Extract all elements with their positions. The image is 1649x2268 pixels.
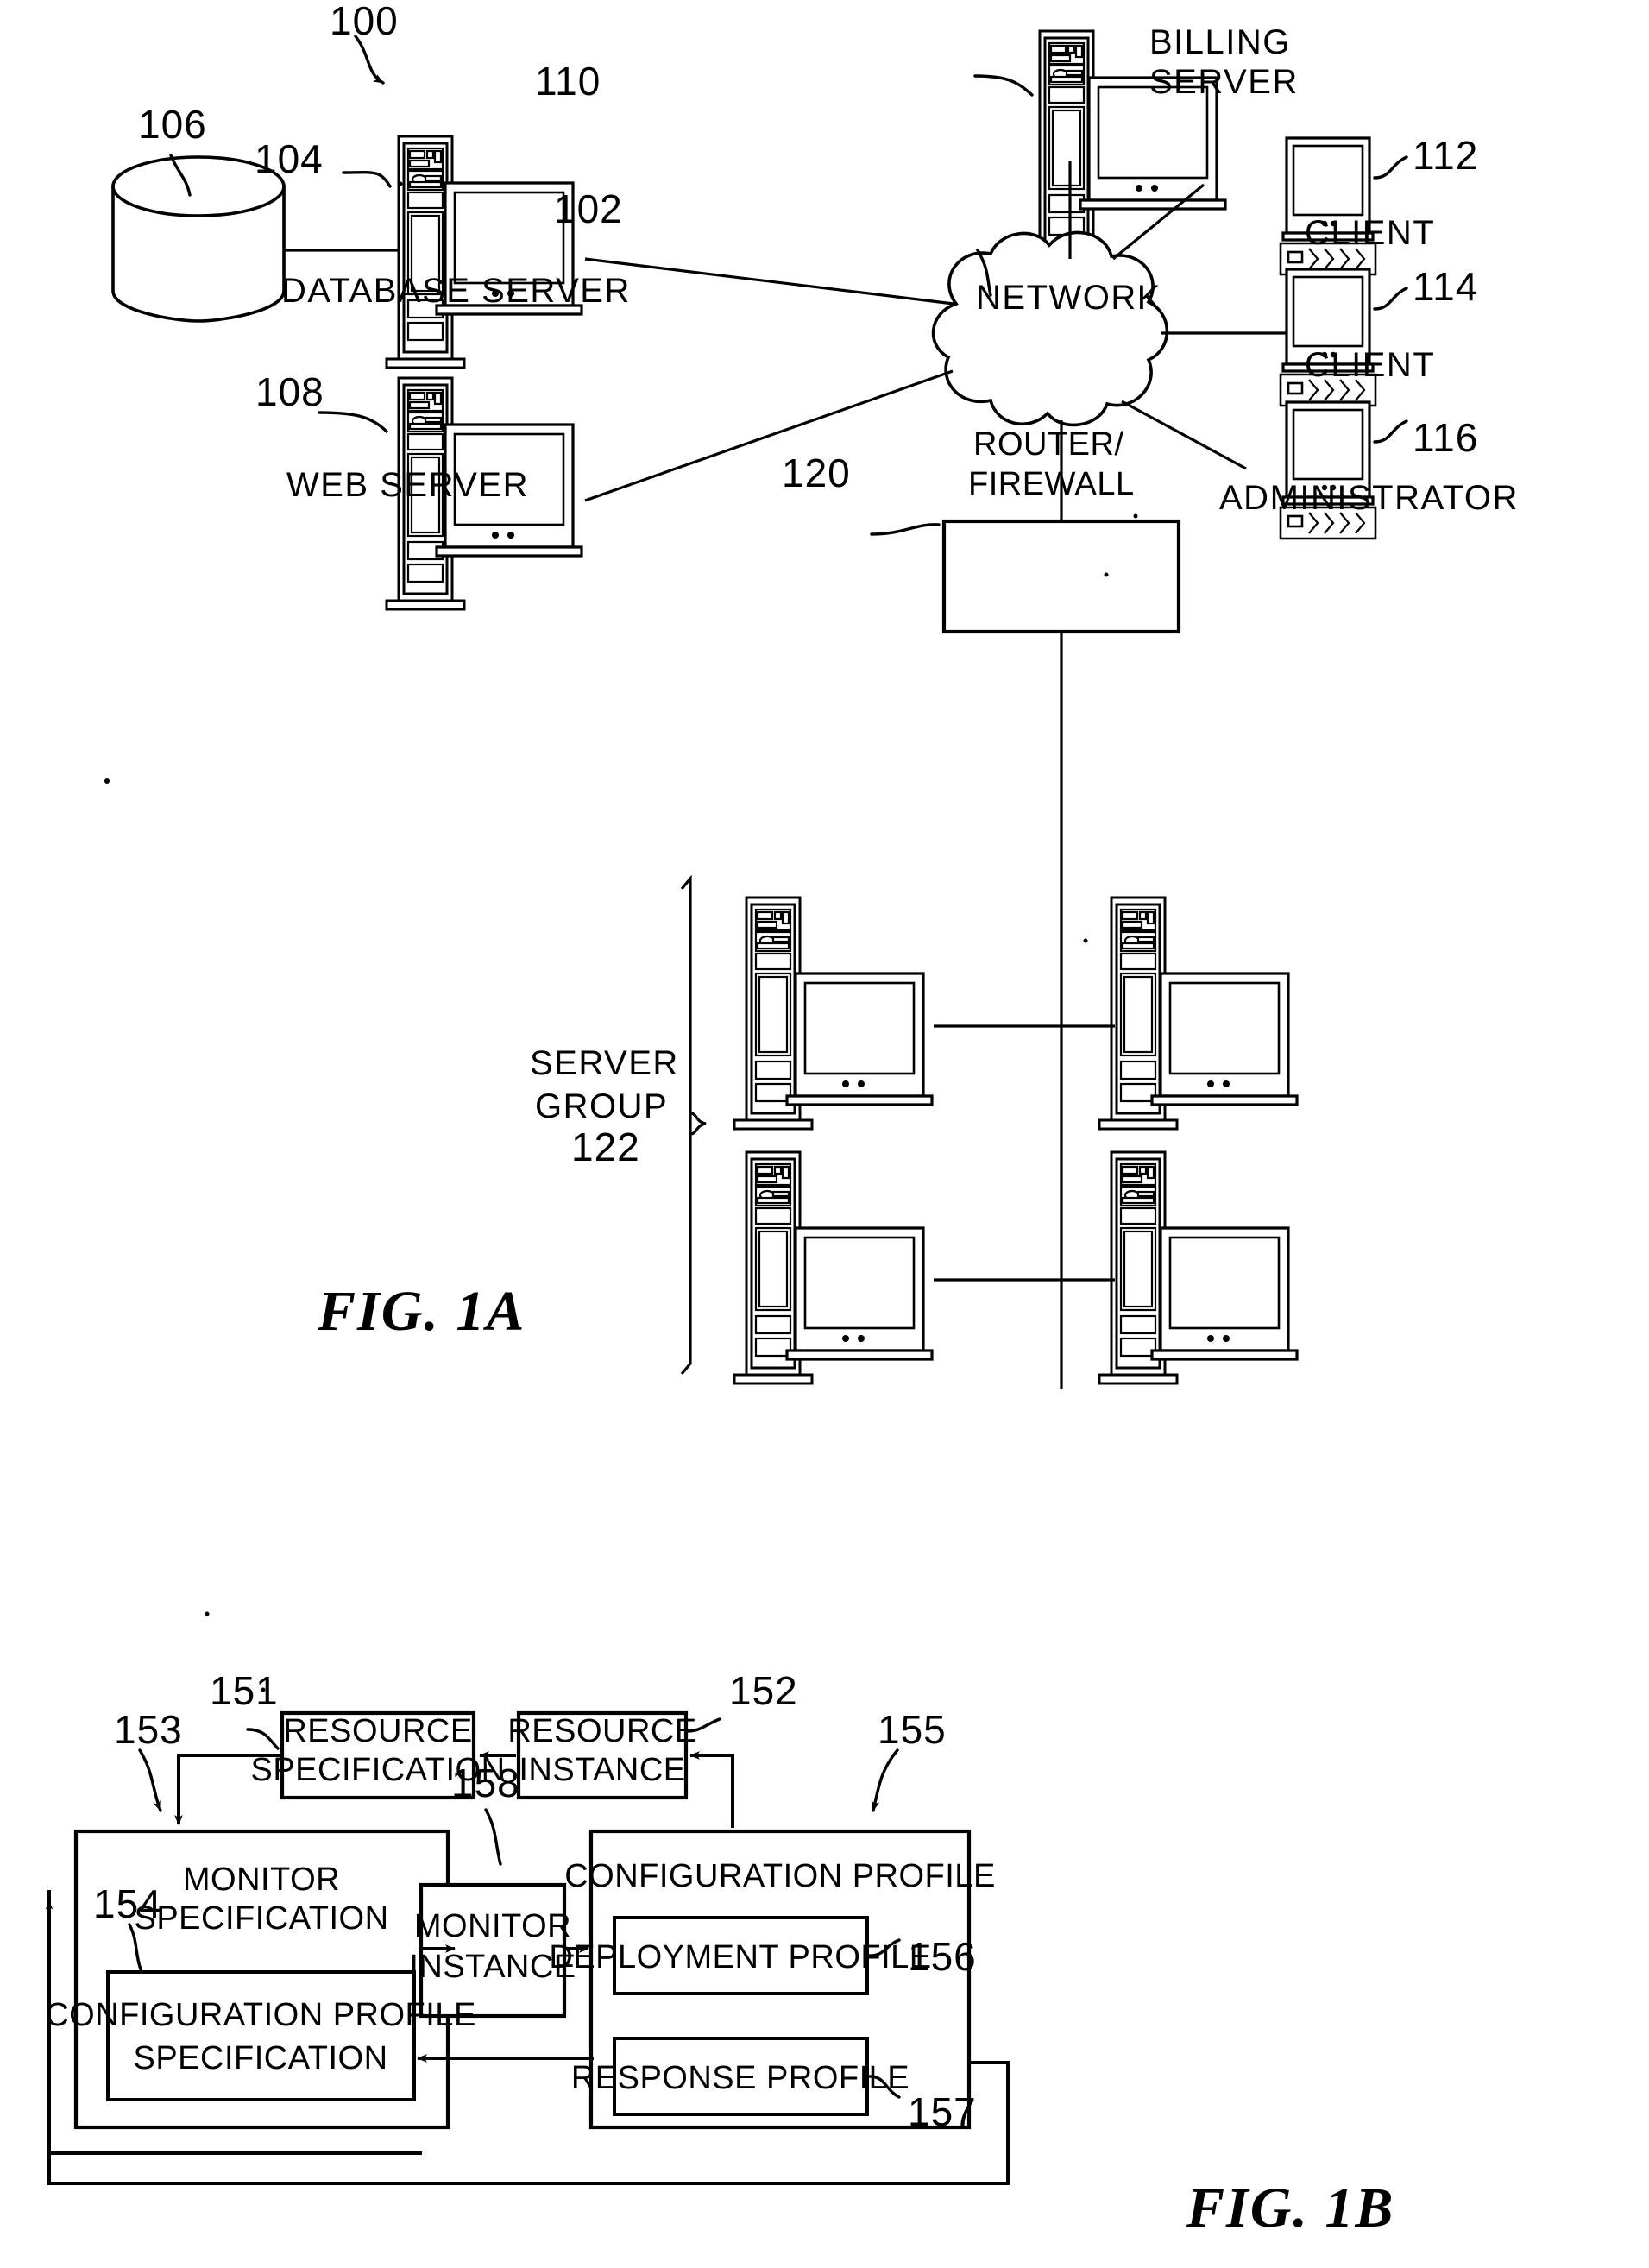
label-deployment-profile: DEPLOYMENT PROFILE — [549, 1939, 931, 1975]
figure-1a-caption: FIG. 1A — [317, 1280, 526, 1343]
scan-speck — [1133, 513, 1138, 519]
ref-120: 120 — [782, 450, 851, 495]
scan-speck — [261, 1687, 266, 1692]
server-group-unit-1-monitor — [785, 972, 934, 1106]
label-router-line1: ROUTER/ — [973, 426, 1124, 463]
ref-108: 108 — [255, 369, 324, 414]
web-server-lead-line — [318, 411, 388, 433]
monitor-specification-lead-line — [138, 1748, 162, 1812]
ref-114: 114 — [1413, 264, 1478, 309]
ref-102: 102 — [554, 186, 623, 231]
scan-speck — [104, 778, 110, 784]
configuration-profile-lead-line — [871, 1748, 899, 1812]
label-monitor-specification-line2: SPECIFICATION — [134, 1900, 388, 1937]
ref-110: 110 — [535, 59, 601, 104]
label-administrator: ADMINISTRATOR — [1219, 479, 1519, 517]
scan-speck — [205, 1611, 210, 1616]
configuration-profile-specification-box — [106, 1970, 416, 2101]
ref-100: 100 — [330, 0, 399, 43]
client-1-workstation-icon — [1279, 136, 1377, 276]
ref-116: 116 — [1413, 415, 1478, 460]
client-1-lead-line — [1373, 155, 1408, 180]
monitor-instance-lead-line — [484, 1808, 502, 1866]
label-server-group-line1: SERVER — [530, 1044, 679, 1082]
label-resource-specification-line2: SPECIFICATION — [250, 1752, 505, 1788]
label-billing-server-line2: SERVER — [1149, 63, 1299, 101]
ref-157: 157 — [908, 2089, 977, 2134]
system-ref-arrow — [354, 35, 385, 85]
ref-152: 152 — [729, 1668, 798, 1713]
ref-104: 104 — [255, 136, 324, 181]
label-monitor-specification-line1: MONITOR — [183, 1862, 340, 1898]
patent-drawing-sheet: 100 106 104 108 110 102 112 114 116 120 … — [0, 0, 1649, 2268]
ref-106: 106 — [138, 102, 207, 147]
storage-cylinder-icon — [111, 155, 286, 323]
router-firewall-box — [941, 519, 1181, 634]
ref-155: 155 — [878, 1707, 947, 1752]
label-resource-instance-line1: RESOURCE — [507, 1713, 696, 1749]
link-db-network — [584, 257, 954, 306]
billing-server-lead-line — [973, 74, 1034, 97]
label-database-server: DATABASE SERVER — [281, 272, 631, 310]
label-client-1: CLIENT — [1305, 214, 1435, 252]
administrator-lead-line — [1373, 419, 1408, 444]
server-group-unit-2-monitor — [1150, 972, 1299, 1106]
router-firewall-lead-line — [870, 523, 941, 536]
server-group-unit-4-monitor — [1150, 1226, 1299, 1361]
label-configuration-profile: CONFIGURATION PROFILE — [564, 1858, 996, 1894]
label-config-profile-spec-line1: CONFIGURATION PROFILE — [45, 1997, 476, 2033]
resource-specification-lead-line — [246, 1728, 280, 1750]
label-monitor-instance-line1: MONITOR — [414, 1908, 571, 1944]
server-group-unit-3-monitor — [785, 1226, 934, 1361]
ref-151: 151 — [210, 1668, 279, 1713]
arrow-config-to-resource-instance — [689, 1751, 734, 1828]
label-web-server: WEB SERVER — [286, 466, 529, 504]
database-server-lead-line — [342, 171, 392, 188]
link-web-network — [584, 369, 954, 502]
figure-1b-caption: FIG. 1B — [1186, 2177, 1394, 2240]
scan-speck — [1104, 572, 1109, 577]
client-2-lead-line — [1373, 287, 1408, 311]
label-config-profile-spec-line2: SPECIFICATION — [133, 2040, 387, 2076]
client-2-workstation-icon — [1279, 268, 1377, 407]
ref-153: 153 — [114, 1707, 183, 1752]
scan-speck — [398, 181, 403, 186]
label-billing-server-line1: BILLING — [1149, 23, 1291, 61]
ref-122: 122 — [571, 1125, 640, 1169]
administrator-workstation-icon — [1279, 400, 1377, 540]
ref-112: 112 — [1413, 133, 1478, 178]
label-router-line2: FIREWALL — [968, 466, 1135, 502]
label-resource-specification-line1: RESOURCE — [283, 1713, 472, 1749]
server-group-bracket — [680, 874, 707, 1376]
network-cloud-icon — [931, 230, 1169, 427]
link-network-admin — [1121, 400, 1247, 470]
label-resource-instance-line2: INSTANCE — [519, 1752, 685, 1788]
label-client-2: CLIENT — [1305, 346, 1435, 384]
scan-speck — [1083, 938, 1088, 943]
label-network: NETWORK — [976, 279, 1161, 317]
figure-canvas: 100 106 104 108 110 102 112 114 116 120 … — [45, 0, 1519, 2240]
label-response-profile: RESPONSE PROFILE — [571, 2060, 909, 2096]
label-server-group-line2: GROUP — [535, 1087, 668, 1125]
